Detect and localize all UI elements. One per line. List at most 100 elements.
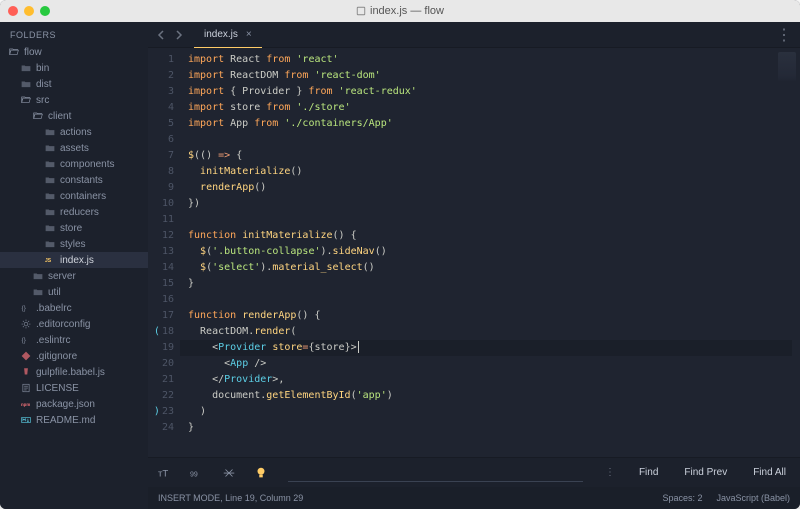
- tab-menu-icon[interactable]: ⋮: [776, 25, 792, 45]
- tree-item-label: gulpfile.babel.js: [36, 367, 142, 378]
- folder-open-icon: [20, 94, 32, 106]
- find-more-icon[interactable]: ⋮: [601, 467, 619, 478]
- tree-item-label: package.json: [36, 399, 142, 410]
- tree-item-util[interactable]: util: [0, 284, 148, 300]
- tree-item-containers[interactable]: containers: [0, 188, 148, 204]
- find-button[interactable]: Find: [633, 467, 664, 478]
- tree-item-label: README.md: [36, 415, 142, 426]
- tree-item-label: src: [36, 95, 142, 106]
- tree-item-label: .babelrc: [36, 303, 142, 314]
- tree-item-label: LICENSE: [36, 383, 142, 394]
- gulp-icon: [20, 366, 32, 378]
- git-icon: [20, 350, 32, 362]
- tree-item-label: components: [60, 159, 142, 170]
- tree-item-label: constants: [60, 175, 142, 186]
- folder-icon: [44, 190, 56, 202]
- tree-item-client[interactable]: client: [0, 108, 148, 124]
- tree-item-server[interactable]: server: [0, 268, 148, 284]
- tree-item--editorconfig[interactable]: .editorconfig: [0, 316, 148, 332]
- editor-area[interactable]: 123456789101112131415161718192021222324 …: [148, 48, 800, 457]
- tree-item-label: flow: [24, 47, 142, 58]
- svg-text:JS: JS: [45, 258, 52, 264]
- tree-item-index-js[interactable]: JS index.js: [0, 252, 148, 268]
- tree-item--babelrc[interactable]: {} .babelrc: [0, 300, 148, 316]
- tree-item-label: assets: [60, 143, 142, 154]
- gear-icon: [20, 318, 32, 330]
- folder-icon: [44, 222, 56, 234]
- tree-item-package-json[interactable]: npm package.json: [0, 396, 148, 412]
- status-indent[interactable]: Spaces: 2: [662, 493, 702, 503]
- find-all-button[interactable]: Find All: [747, 467, 792, 478]
- editor-main: index.js × ⋮ 123456789101112131415161718…: [148, 22, 800, 509]
- js-icon: JS: [44, 254, 56, 266]
- tab-index-js[interactable]: index.js ×: [194, 22, 262, 48]
- svg-text:99: 99: [190, 471, 198, 478]
- tree-item-label: util: [48, 287, 142, 298]
- folder-tree[interactable]: flow bin dist src client actions assets compone…: [0, 44, 148, 509]
- folder-open-icon: [32, 110, 44, 122]
- tree-item--eslintrc[interactable]: {} .eslintrc: [0, 332, 148, 348]
- svg-text:{}: {}: [22, 305, 26, 312]
- status-mode[interactable]: INSERT MODE, Line 19, Column 29: [158, 493, 303, 503]
- tree-item-store[interactable]: store: [0, 220, 148, 236]
- status-language[interactable]: JavaScript (Babel): [716, 493, 790, 503]
- folder-open-icon: [8, 46, 20, 58]
- find-input[interactable]: [288, 464, 583, 482]
- tree-item--gitignore[interactable]: .gitignore: [0, 348, 148, 364]
- folder-icon: [44, 174, 56, 186]
- braces-icon: {}: [20, 302, 32, 314]
- regex-icon[interactable]: [220, 464, 238, 482]
- tree-item-flow[interactable]: flow: [0, 44, 148, 60]
- tree-item-constants[interactable]: constants: [0, 172, 148, 188]
- tree-item-label: store: [60, 223, 142, 234]
- titlebar: index.js — flow: [0, 0, 800, 22]
- tree-item-label: .eslintrc: [36, 335, 142, 346]
- folder-icon: [44, 158, 56, 170]
- folder-icon: [32, 286, 44, 298]
- tree-item-gulpfile-babel-js[interactable]: gulpfile.babel.js: [0, 364, 148, 380]
- tree-item-components[interactable]: components: [0, 156, 148, 172]
- tree-item-label: dist: [36, 79, 142, 90]
- tree-item-label: .editorconfig: [36, 319, 142, 330]
- tree-item-assets[interactable]: assets: [0, 140, 148, 156]
- svg-text:{}: {}: [22, 337, 26, 344]
- tree-item-readme-md[interactable]: README.md: [0, 412, 148, 428]
- tree-item-reducers[interactable]: reducers: [0, 204, 148, 220]
- tree-item-label: styles: [60, 239, 142, 250]
- nav-forward-button[interactable]: [170, 27, 186, 43]
- minimap[interactable]: [778, 52, 796, 112]
- find-bar: тT 99 ⋮ Find Find Prev Find All: [148, 457, 800, 487]
- tab-close-icon[interactable]: ×: [246, 29, 252, 40]
- nav-back-button[interactable]: [154, 27, 170, 43]
- tree-item-actions[interactable]: actions: [0, 124, 148, 140]
- folder-icon: [20, 78, 32, 90]
- md-icon: [20, 414, 32, 426]
- case-sensitive-icon[interactable]: тT: [156, 464, 174, 482]
- license-icon: [20, 382, 32, 394]
- status-bar: INSERT MODE, Line 19, Column 29 Spaces: …: [148, 487, 800, 509]
- svg-text:тT: тT: [158, 468, 168, 479]
- tab-bar: index.js × ⋮: [148, 22, 800, 48]
- tree-item-src[interactable]: src: [0, 92, 148, 108]
- tree-item-label: server: [48, 271, 142, 282]
- tree-item-dist[interactable]: dist: [0, 76, 148, 92]
- window-title: index.js — flow: [0, 5, 800, 17]
- tree-item-label: actions: [60, 127, 142, 138]
- npm-icon: npm: [20, 398, 32, 410]
- tree-item-bin[interactable]: bin: [0, 60, 148, 76]
- tree-item-license[interactable]: LICENSE: [0, 380, 148, 396]
- tree-item-label: bin: [36, 63, 142, 74]
- sidebar: FOLDERS flow bin dist src client actions asset…: [0, 22, 148, 509]
- code-content[interactable]: import React from 'react'import ReactDOM…: [180, 48, 800, 457]
- whole-word-icon[interactable]: 99: [188, 464, 206, 482]
- tree-item-styles[interactable]: styles: [0, 236, 148, 252]
- braces-icon: {}: [20, 334, 32, 346]
- tree-item-label: containers: [60, 191, 142, 202]
- tree-item-label: .gitignore: [36, 351, 142, 362]
- find-prev-button[interactable]: Find Prev: [678, 467, 733, 478]
- folder-icon: [20, 62, 32, 74]
- tree-item-label: client: [48, 111, 142, 122]
- highlight-icon[interactable]: [252, 464, 270, 482]
- tree-item-label: index.js: [60, 255, 142, 266]
- sidebar-header: FOLDERS: [0, 22, 148, 44]
